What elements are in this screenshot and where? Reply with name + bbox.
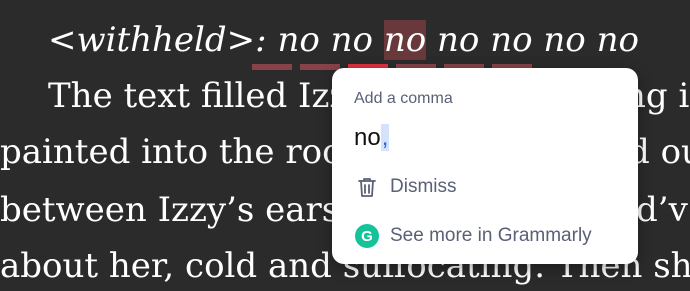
grammarly-logo-icon: G	[354, 223, 380, 249]
dismiss-label: Dismiss	[390, 176, 457, 197]
flagged-word[interactable]: no	[543, 20, 585, 60]
dialog-line: <withheld>: no no no no no no no	[48, 20, 639, 60]
see-more-button[interactable]: G See more in Grammarly	[354, 223, 592, 249]
partial-top-line	[60, 0, 71, 14]
suggestion-comma: ,	[380, 124, 390, 151]
grammar-underline[interactable]	[252, 64, 292, 70]
flagged-word[interactable]: no	[331, 20, 373, 60]
paragraph-line: painted into the roo	[0, 132, 343, 172]
flagged-word[interactable]: no	[277, 20, 319, 60]
flagged-word[interactable]: no	[490, 20, 532, 60]
paragraph-line-tail: d’v	[636, 190, 688, 230]
popup-title: Add a comma	[354, 90, 453, 107]
suggestion-button[interactable]: no,	[354, 124, 390, 152]
see-more-label: See more in Grammarly	[390, 225, 592, 246]
flagged-word-active[interactable]: no	[383, 20, 427, 60]
flagged-word[interactable]: no	[597, 20, 639, 60]
speaker-label: <withheld>:	[48, 20, 278, 60]
trash-icon	[354, 174, 380, 200]
suggestion-word: no	[354, 124, 381, 151]
grammar-underline[interactable]	[300, 64, 340, 70]
paragraph-line: between Izzy’s ears	[0, 190, 340, 230]
dismiss-button[interactable]: Dismiss	[354, 174, 457, 200]
flagged-word[interactable]: no	[437, 20, 479, 60]
grammarly-suggestion-popup: Add a comma no, Dismiss G See more in Gr…	[332, 68, 638, 264]
paragraph-line: The text filled Izzy	[48, 76, 367, 116]
